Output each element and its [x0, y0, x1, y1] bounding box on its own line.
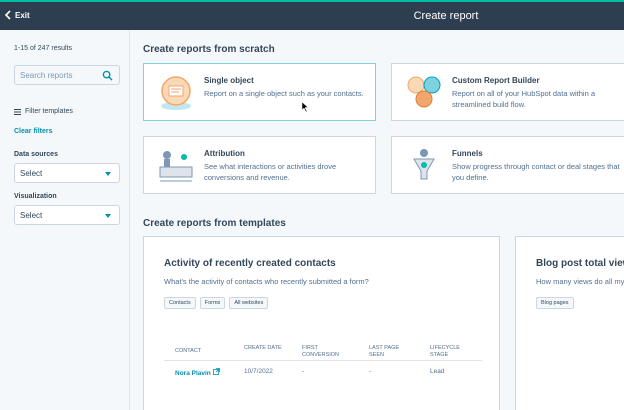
caret-down-icon: [105, 172, 111, 176]
card-title: Attribution: [204, 149, 245, 158]
table-cell: Lead: [430, 368, 445, 375]
data-sources-select[interactable]: Select: [14, 163, 120, 183]
search-icon[interactable]: [102, 70, 113, 81]
caret-down-icon: [105, 214, 111, 218]
tag: Contacts: [164, 297, 196, 309]
single-object-icon: [161, 76, 191, 110]
card-title: Single object: [204, 76, 254, 85]
visualization-label: Visualization: [14, 193, 57, 200]
table-cell: -: [302, 368, 305, 375]
card-title: Custom Report Builder: [452, 76, 540, 85]
template-card-recent-contacts[interactable]: Activity of recently created contacts Wh…: [143, 236, 500, 410]
attribution-card[interactable]: Attribution See what interactions or act…: [143, 136, 376, 194]
funnels-card[interactable]: Funnels Show progress through contact or…: [391, 136, 624, 194]
scratch-heading: Create reports from scratch: [143, 44, 275, 55]
data-sources-label: Data sources: [14, 151, 58, 158]
custom-report-builder-card[interactable]: Custom Report Builder Report on all of y…: [391, 63, 624, 121]
visualization-value: Select: [20, 211, 43, 220]
column-header: CREATE DATE: [244, 345, 282, 351]
tag: Blog pages: [536, 297, 574, 309]
template-description: What's the activity of contacts who rece…: [164, 277, 369, 286]
single-object-card[interactable]: Single object Report on a single object …: [143, 63, 376, 121]
visualization-select[interactable]: Select: [14, 205, 120, 225]
mouse-cursor-icon: [302, 102, 309, 112]
search-placeholder: Search reports: [20, 71, 73, 80]
column-header: LAST PAGE SEEN: [369, 345, 400, 358]
template-title: Activity of recently created contacts: [164, 258, 336, 269]
external-link-icon: [212, 368, 220, 375]
tag-list: Blog pages: [536, 297, 574, 309]
card-description: Show progress through contact or deal st…: [452, 162, 620, 182]
tag: Forms: [199, 297, 226, 309]
tag-list: Contacts Forms All websites: [164, 297, 269, 309]
table-cell-contact[interactable]: Nora Plavin: [175, 368, 220, 377]
column-header: LIFECYCLE STAGE: [430, 345, 460, 358]
filter-templates: Filter templates: [14, 108, 73, 115]
filter-icon: [14, 108, 21, 115]
custom-report-builder-icon: [407, 76, 441, 108]
table-cell: 10/7/2022: [244, 368, 273, 375]
table-cell: -: [369, 368, 372, 375]
contact-link[interactable]: Nora Plavin: [175, 370, 211, 377]
template-card-blog-views[interactable]: Blog post total views How many views do …: [515, 236, 624, 410]
card-title: Funnels: [452, 149, 483, 158]
funnels-icon: [413, 149, 435, 180]
search-input[interactable]: Search reports: [14, 65, 120, 85]
column-header: FIRST CONVERSION: [302, 345, 339, 358]
sidebar: 1-15 of 247 results Search reports Filte…: [0, 30, 130, 410]
column-header: CONTACT: [175, 348, 202, 354]
top-bar: Exit Create report: [0, 0, 624, 30]
attribution-icon: [159, 151, 193, 182]
tag: All websites: [229, 297, 269, 309]
table-divider: [164, 360, 482, 361]
card-description: See what interactions or activities drov…: [204, 162, 337, 182]
filter-label: Filter templates: [25, 108, 73, 115]
clear-filters-link[interactable]: Clear filters: [14, 128, 53, 135]
results-count: 1-15 of 247 results: [14, 45, 72, 52]
templates-heading: Create reports from templates: [143, 218, 286, 229]
template-title: Blog post total views: [536, 258, 624, 269]
card-description: Report on a single object such as your c…: [204, 89, 364, 98]
card-description: Report on all of your HubSpot data withi…: [452, 89, 596, 109]
template-description: How many views do all my: [536, 277, 624, 286]
page-title: Create report: [413, 10, 479, 22]
data-sources-value: Select: [20, 169, 43, 178]
